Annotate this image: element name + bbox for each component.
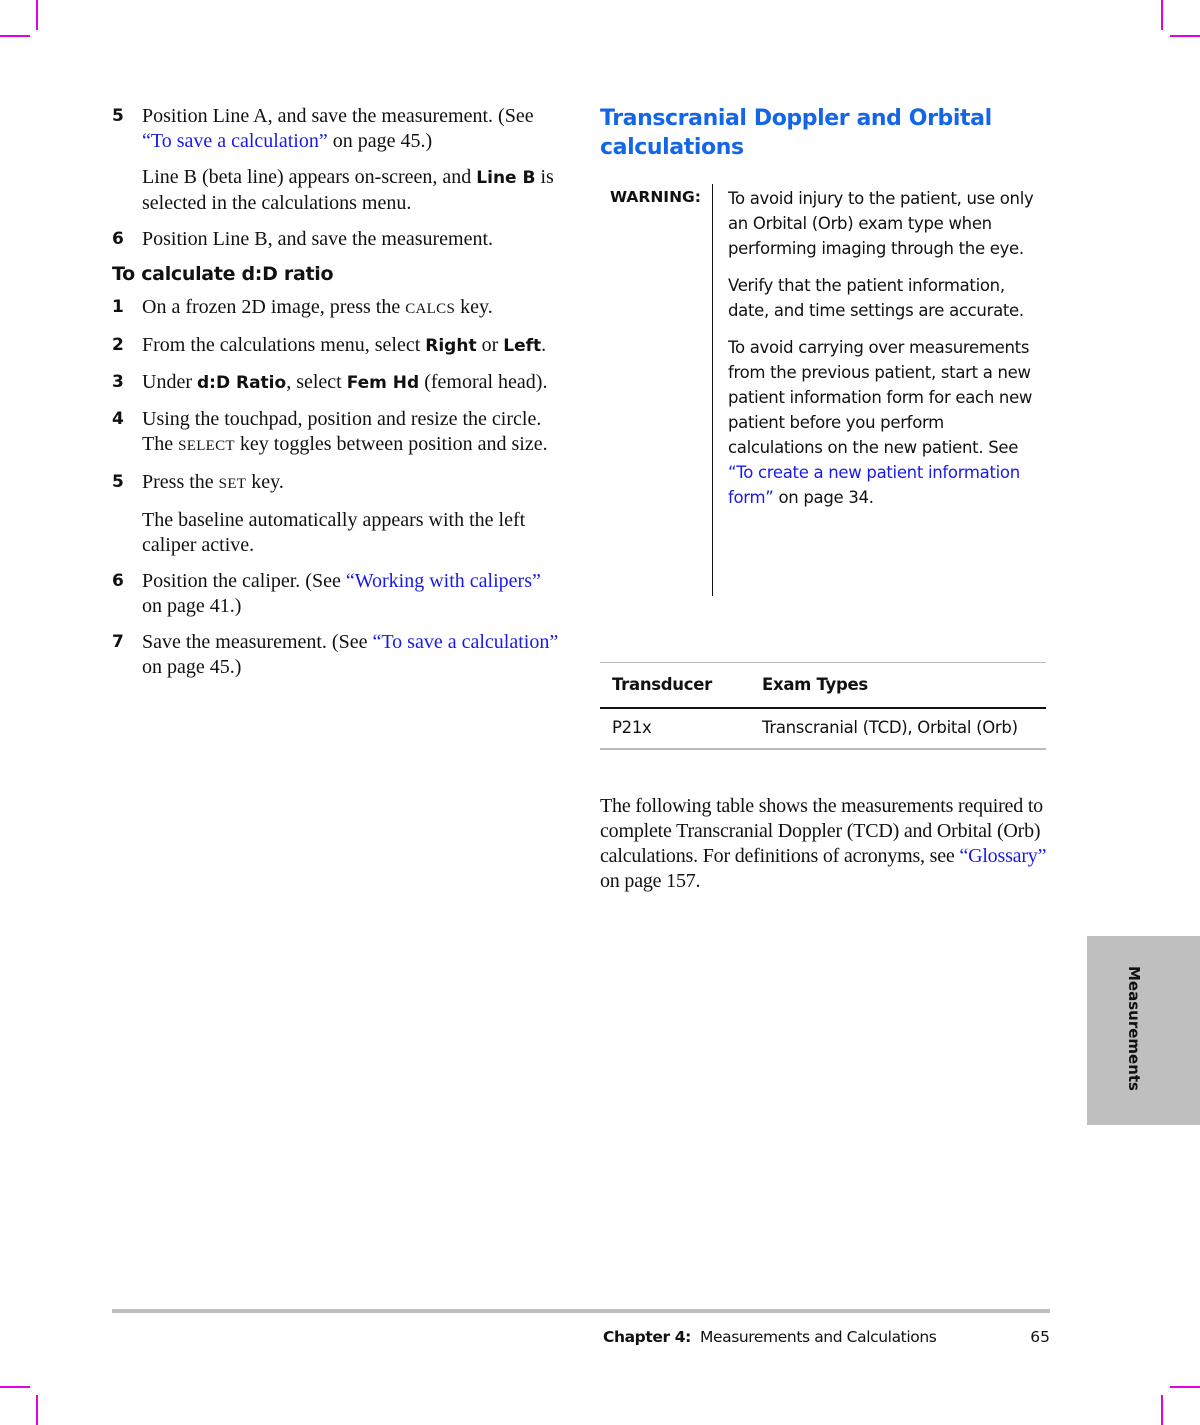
menu-option: d:D Ratio — [196, 373, 287, 393]
step-text-post: key toggles between position and size. — [234, 433, 548, 455]
step-text: From the calculations menu, select — [142, 334, 426, 356]
link-to-save-calculation[interactable]: “To save a calculation” — [142, 130, 328, 152]
warning-text-post: on page 34. — [773, 488, 874, 507]
step-number: 7 — [112, 632, 124, 652]
cell-exam-types: Transcranial (TCD), Orbital (Orb) — [750, 708, 1046, 750]
crop-mark-tl-v — [36, 0, 38, 30]
crop-mark-tr-v — [1161, 0, 1163, 30]
crop-mark-bl-h — [0, 1386, 30, 1388]
step-number: 2 — [112, 335, 124, 355]
footer-rule — [112, 1309, 1050, 1313]
section-heading: Transcranial Doppler and Orbital calcula… — [600, 106, 992, 160]
step-number: 5 — [112, 472, 124, 492]
subheading-dd-ratio: To calculate d:D ratio — [112, 263, 334, 285]
link-to-save-calculation[interactable]: “To save a calculation” — [372, 631, 558, 653]
key-name: SET — [218, 476, 247, 492]
step-text-mid: , select — [286, 371, 347, 393]
right-column: Transcranial Doppler and Orbital calcula… — [600, 104, 1050, 892]
link-new-patient-form[interactable]: “To create a new patient information for… — [728, 463, 1020, 507]
step-item: 7 Save the measurement. (See “To save a … — [112, 630, 562, 680]
step-text: On a frozen 2D image, press the — [142, 296, 406, 318]
step-text: Position Line B, and save the measuremen… — [142, 228, 494, 250]
transducer-table: Transducer Exam Types P21x Transcranial … — [600, 662, 1046, 750]
step-number: 5 — [112, 106, 124, 126]
crop-mark-tr-h — [1170, 35, 1200, 37]
page-number: 65 — [1030, 1328, 1050, 1346]
note-line-b: Line B (beta line) appears on-screen, an… — [112, 165, 562, 216]
key-name: SELECT — [178, 438, 235, 454]
column-header-transducer: Transducer — [600, 662, 750, 709]
step-number: 6 — [112, 571, 124, 591]
footer-chapter: Chapter 4: Measurements and Calculations — [603, 1328, 937, 1346]
step-item: 6 Position Line B, and save the measurem… — [112, 227, 562, 252]
warning-divider — [712, 184, 713, 596]
key-name: CALCS — [405, 301, 456, 317]
warning-paragraph: To avoid carrying over measurements from… — [728, 335, 1043, 510]
step-text: Under — [142, 371, 197, 393]
note-baseline: The baseline automatically appears with … — [142, 509, 526, 556]
warning-body: To avoid injury to the patient, use only… — [728, 186, 1043, 522]
step-text-post: key. — [455, 296, 493, 318]
step-number: 6 — [112, 229, 124, 249]
step-text-post: (femoral head). — [419, 371, 548, 393]
step-item: 1 On a frozen 2D image, press the CALCS … — [112, 295, 562, 322]
menu-option: Left — [503, 336, 542, 356]
step-text-mid: or — [476, 334, 504, 356]
footer-chapter-label: Chapter 4: — [603, 1328, 691, 1346]
crop-mark-br-v — [1161, 1395, 1163, 1425]
footer-chapter-title: Measurements and Calculations — [699, 1328, 937, 1346]
warning-paragraph: To avoid injury to the patient, use only… — [728, 189, 1034, 258]
warning-label: WARNING: — [610, 188, 701, 206]
crop-mark-br-h — [1170, 1386, 1200, 1388]
step-number: 1 — [112, 297, 124, 317]
closing-text-post: on page 157. — [600, 870, 701, 892]
step-text: Press the — [142, 471, 219, 493]
step-item: 5 Press the SET key. — [112, 470, 562, 497]
chapter-side-tab: Measurements — [1087, 936, 1200, 1125]
menu-option: Right — [425, 336, 477, 356]
closing-paragraph: The following table shows the measuremen… — [600, 794, 1050, 894]
step-item: 2 From the calculations menu, select Rig… — [112, 333, 562, 359]
step-text: Position Line A, and save the measuremen… — [142, 105, 534, 127]
crop-mark-bl-v — [36, 1395, 38, 1425]
step-text: Save the measurement. (See — [142, 631, 373, 653]
table-row: P21x Transcranial (TCD), Orbital (Orb) — [600, 708, 1046, 750]
link-working-with-calipers[interactable]: “Working with calipers” — [346, 570, 541, 592]
step-text-post: . — [541, 334, 547, 356]
step-text-post: on page 45.) — [142, 656, 242, 678]
step-item: 5 Position Line A, and save the measurem… — [112, 104, 562, 154]
step-number: 3 — [112, 372, 124, 392]
crop-mark-tl-h — [0, 35, 30, 37]
warning-box: WARNING: To avoid injury to the patient,… — [600, 184, 1050, 596]
step-item: 6 Position the caliper. (See “Working wi… — [112, 569, 562, 619]
warning-text: To avoid carrying over measurements from… — [728, 338, 1033, 457]
cell-transducer: P21x — [600, 708, 750, 750]
step-item: 3 Under d:D Ratio, select Fem Hd (femora… — [112, 370, 562, 396]
step-text: Position the caliper. (See — [142, 570, 346, 592]
column-header-exam-types: Exam Types — [750, 662, 1046, 709]
note-text: Line B (beta line) appears on-screen, an… — [142, 166, 477, 188]
link-glossary[interactable]: “Glossary” — [959, 845, 1046, 867]
table-header-row: Transducer Exam Types — [600, 662, 1046, 709]
menu-option: Fem Hd — [346, 373, 420, 393]
warning-paragraph: Verify that the patient information, dat… — [728, 276, 1024, 320]
step-text-post: on page 41.) — [142, 595, 242, 617]
step-text-post: key. — [246, 471, 284, 493]
step-item: 4 Using the touchpad, position and resiz… — [112, 407, 562, 459]
step-number: 4 — [112, 409, 124, 429]
left-column: 5 Position Line A, and save the measurem… — [112, 104, 562, 691]
step-text-after: on page 45.) — [327, 130, 433, 152]
side-tab-label: Measurements — [1125, 966, 1143, 1091]
note-bold: Line B — [476, 168, 536, 188]
